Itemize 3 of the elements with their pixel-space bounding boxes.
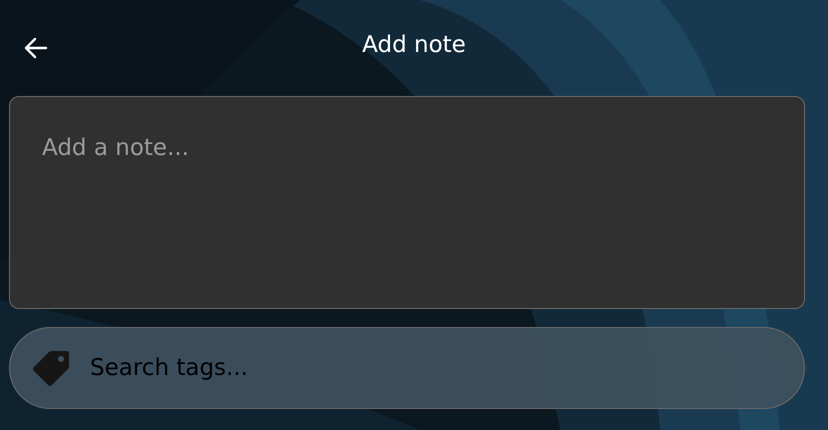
tag-search-field[interactable]: Search tags...: [9, 327, 805, 409]
note-field[interactable]: Add a note...: [9, 96, 805, 309]
page-title: Add note: [362, 31, 466, 60]
